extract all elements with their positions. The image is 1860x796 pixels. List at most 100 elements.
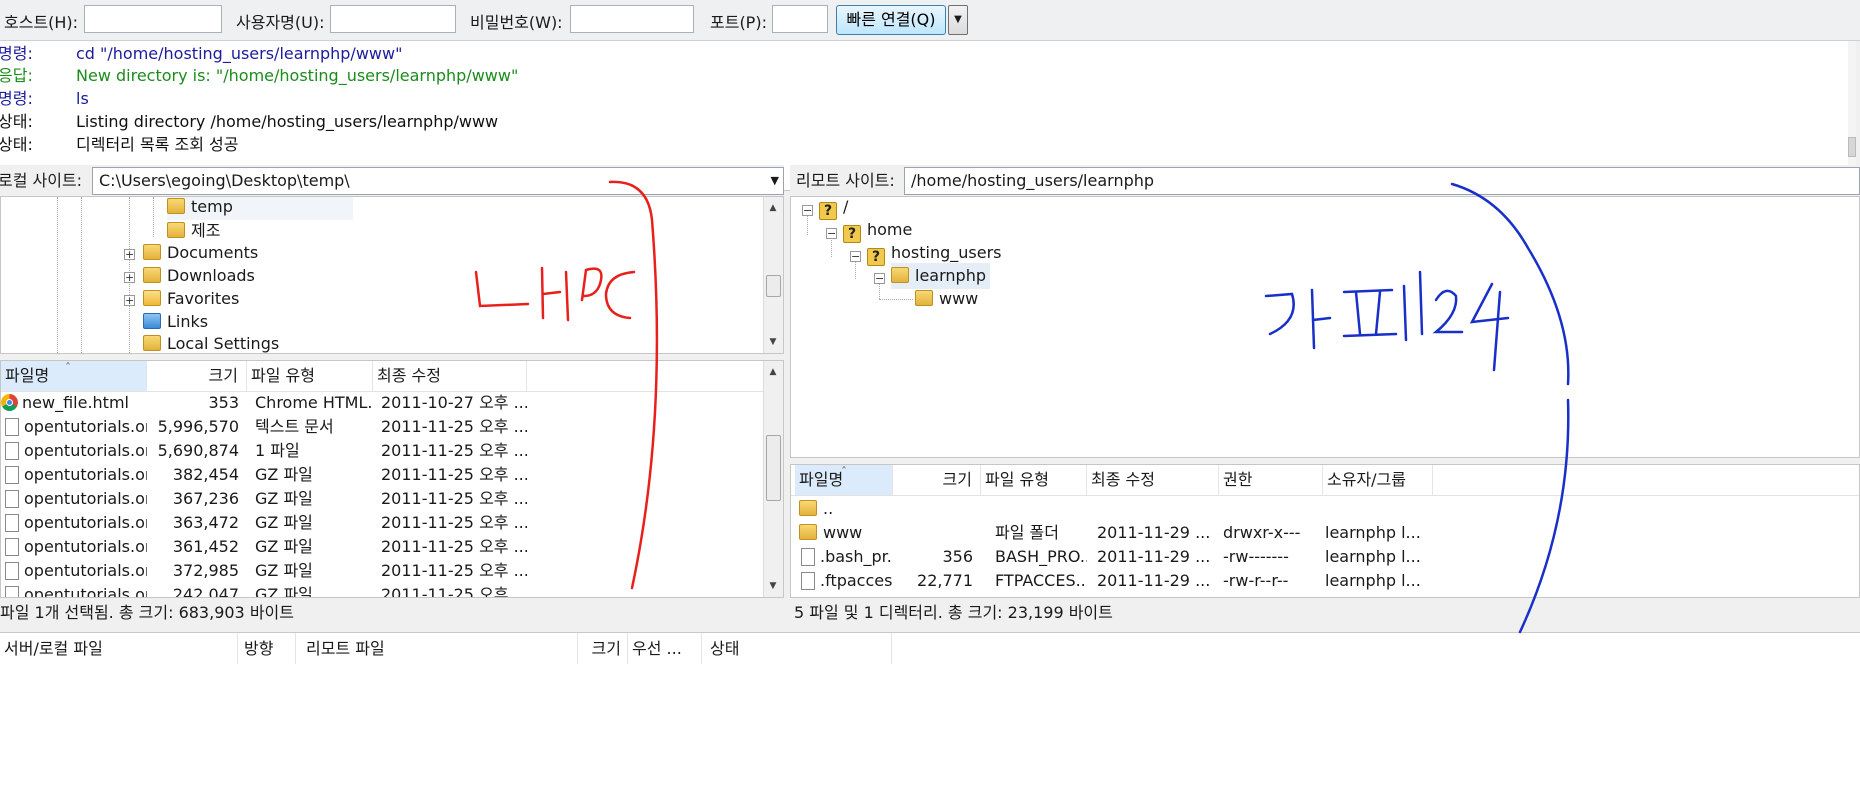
column-header-type[interactable]: 파일 유형 — [247, 361, 373, 391]
tree-item-label: Favorites — [167, 289, 240, 308]
column-header-type[interactable]: 파일 유형 — [981, 465, 1087, 495]
file-row[interactable]: .bash_pr... 356 BASH_PRO... 2011-11-29 .… — [791, 545, 1851, 569]
sort-up-icon: ˆ — [841, 465, 847, 479]
file-row[interactable]: new_file.html 353 Chrome HTML... 2011-10… — [1, 391, 763, 415]
column-header-local-file[interactable]: 서버/로컬 파일 — [0, 633, 238, 665]
expand-icon[interactable]: + — [124, 249, 135, 260]
collapse-icon[interactable]: − — [826, 228, 837, 239]
password-label: 비밀번호(W): — [470, 13, 563, 32]
tree-item-label: hosting_users — [891, 243, 1002, 262]
tree-item-label: Downloads — [167, 266, 255, 285]
tree-item-label: temp — [191, 197, 233, 216]
local-status-bar: 파일 1개 선택됨. 총 크기: 683,903 바이트 — [0, 598, 784, 628]
file-icon — [5, 466, 19, 484]
column-header-filename[interactable]: 파일명 ˆ — [1, 361, 147, 391]
host-label: 호스트(H): — [4, 13, 79, 32]
star-folder-icon — [143, 290, 161, 306]
folder-icon — [915, 290, 933, 306]
folder-icon — [891, 267, 909, 283]
file-row-parent[interactable]: .. — [791, 497, 1851, 521]
chevron-down-icon[interactable]: ▼ — [771, 168, 779, 194]
column-header-direction[interactable]: 방향 — [238, 633, 296, 665]
collapse-icon[interactable]: − — [802, 205, 813, 216]
file-row[interactable]: opentutorials.or... 363,472 GZ 파일 2011-1… — [1, 511, 763, 535]
remote-directory-tree[interactable]: − ? / − ? home − ? hosting_users − learnphp… — [790, 196, 1860, 458]
username-input[interactable] — [330, 5, 456, 33]
quickconnect-button[interactable]: 빠른 연결(Q) — [836, 5, 946, 35]
column-header-permissions[interactable]: 권한 — [1219, 465, 1323, 495]
column-header-filename[interactable]: 파일명 ˆ — [795, 465, 893, 495]
tree-item-label: learnphp — [915, 266, 986, 285]
column-header-size[interactable]: 크기 — [578, 633, 628, 665]
remote-status-bar: 5 파일 및 1 디렉터리. 총 크기: 23,199 바이트 — [794, 598, 1860, 628]
file-row[interactable]: opentutorials.or... 372,985 GZ 파일 2011-1… — [1, 559, 763, 583]
remote-list-header: 파일명 ˆ 크기 파일 유형 최종 수정 권한 소유자/그룹 — [791, 465, 1859, 496]
log-type: 상태: — [0, 135, 33, 154]
tree-item-label: home — [867, 220, 913, 239]
username-label: 사용자명(U): — [236, 13, 325, 32]
unknown-folder-icon: ? — [843, 225, 861, 243]
password-input[interactable] — [570, 5, 694, 33]
scroll-down-icon[interactable]: ▼ — [764, 333, 782, 351]
host-input[interactable] — [84, 5, 222, 33]
column-header-status[interactable]: 상태 — [702, 633, 892, 665]
column-header-size[interactable]: 크기 — [147, 361, 247, 391]
column-header-size[interactable]: 크기 — [893, 465, 981, 495]
quickconnect-bar: 호스트(H): 사용자명(U): 비밀번호(W): 포트(P): 빠른 연결(Q… — [0, 0, 1860, 41]
file-icon — [5, 562, 19, 580]
collapse-icon[interactable]: − — [874, 273, 885, 284]
file-row[interactable]: opentutorials.or... 382,454 GZ 파일 2011-1… — [1, 463, 763, 487]
file-row[interactable]: www 파일 폴더 2011-11-29 ... drwxr-x--- lear… — [791, 521, 1851, 545]
transfer-queue-header: 서버/로컬 파일 방향 리모트 파일 크기 우선 ... 상태 — [0, 632, 1860, 665]
remote-path-input[interactable]: /home/hosting_users/learnphp — [904, 167, 1860, 195]
local-directory-tree[interactable]: temp 제조 + Documents + Downloads + Favori… — [0, 196, 784, 354]
remote-path-value: /home/hosting_users/learnphp — [911, 171, 1155, 190]
remote-file-list[interactable]: 파일명 ˆ 크기 파일 유형 최종 수정 권한 소유자/그룹 .. www 파일 … — [790, 464, 1860, 598]
column-header-remote-file[interactable]: 리모트 파일 — [296, 633, 578, 665]
tree-item-www[interactable]: www — [915, 286, 978, 312]
file-row[interactable]: opentutorials.or... 367,236 GZ 파일 2011-1… — [1, 487, 763, 511]
tree-item-local-settings[interactable]: Local Settings — [143, 331, 279, 353]
file-icon — [5, 418, 19, 436]
expand-icon[interactable]: + — [124, 295, 135, 306]
local-status-text: 파일 1개 선택됨. 총 크기: 683,903 바이트 — [0, 603, 294, 622]
chevron-down-icon[interactable]: ▼ — [948, 5, 968, 35]
port-input[interactable] — [772, 5, 828, 33]
chrome-icon — [1, 394, 18, 411]
column-header-modified[interactable]: 최종 수정 — [1087, 465, 1219, 495]
file-row[interactable]: .ftpaccess 22,771 FTPACCES... 2011-11-29… — [791, 569, 1851, 593]
folder-icon — [799, 524, 817, 540]
local-list-header: 파일명 ˆ 크기 파일 유형 최종 수정 — [1, 361, 763, 392]
remote-site-label: 리모트 사이트: — [796, 171, 895, 190]
unknown-folder-icon: ? — [867, 248, 885, 266]
file-row[interactable]: opentutorials.or... 361,452 GZ 파일 2011-1… — [1, 535, 763, 559]
tree-item-label: Links — [167, 312, 209, 331]
transfer-queue-list[interactable] — [0, 664, 1860, 796]
scroll-down-icon[interactable]: ▼ — [764, 577, 782, 595]
file-icon — [5, 586, 19, 597]
local-path-input[interactable]: C:\Users\egoing\Desktop\temp\ ▼ — [92, 167, 784, 195]
collapse-icon[interactable]: − — [850, 251, 861, 262]
local-tree-scrollbar[interactable]: ▲ ▼ — [763, 197, 783, 353]
local-file-list[interactable]: 파일명 ˆ 크기 파일 유형 최종 수정 new_file.html 353 Ch… — [0, 360, 784, 598]
scroll-up-icon[interactable]: ▲ — [764, 199, 782, 217]
folder-icon — [143, 267, 161, 283]
file-row[interactable]: opentutorials.or... 5,690,874 1 파일 2011-… — [1, 439, 763, 463]
file-icon — [5, 490, 19, 508]
folder-icon — [143, 244, 161, 260]
file-row[interactable]: opentutorials.or... 242,047 GZ 파일 2011-1… — [1, 583, 763, 597]
column-header-modified[interactable]: 최종 수정 — [373, 361, 527, 391]
scroll-up-icon[interactable]: ▲ — [764, 363, 782, 381]
column-header-owner[interactable]: 소유자/그룹 — [1323, 465, 1433, 495]
file-icon — [801, 572, 815, 590]
folder-icon — [143, 335, 161, 351]
column-header-priority[interactable]: 우선 ... — [628, 633, 702, 665]
file-row[interactable]: opentutorials.or... 5,996,570 텍스트 문서 201… — [1, 415, 763, 439]
expand-icon[interactable]: + — [124, 272, 135, 283]
local-site-bar: 로컬 사이트: C:\Users\egoing\Desktop\temp\ ▼ — [0, 165, 784, 197]
log-message: New directory is: "/home/hosting_users/l… — [76, 66, 519, 85]
tree-item-temp[interactable]: temp — [167, 197, 353, 220]
remote-status-text: 5 파일 및 1 디렉터리. 총 크기: 23,199 바이트 — [794, 603, 1113, 622]
local-list-scrollbar[interactable]: ▲ ▼ — [763, 361, 783, 597]
sort-up-icon: ˆ — [65, 361, 71, 375]
